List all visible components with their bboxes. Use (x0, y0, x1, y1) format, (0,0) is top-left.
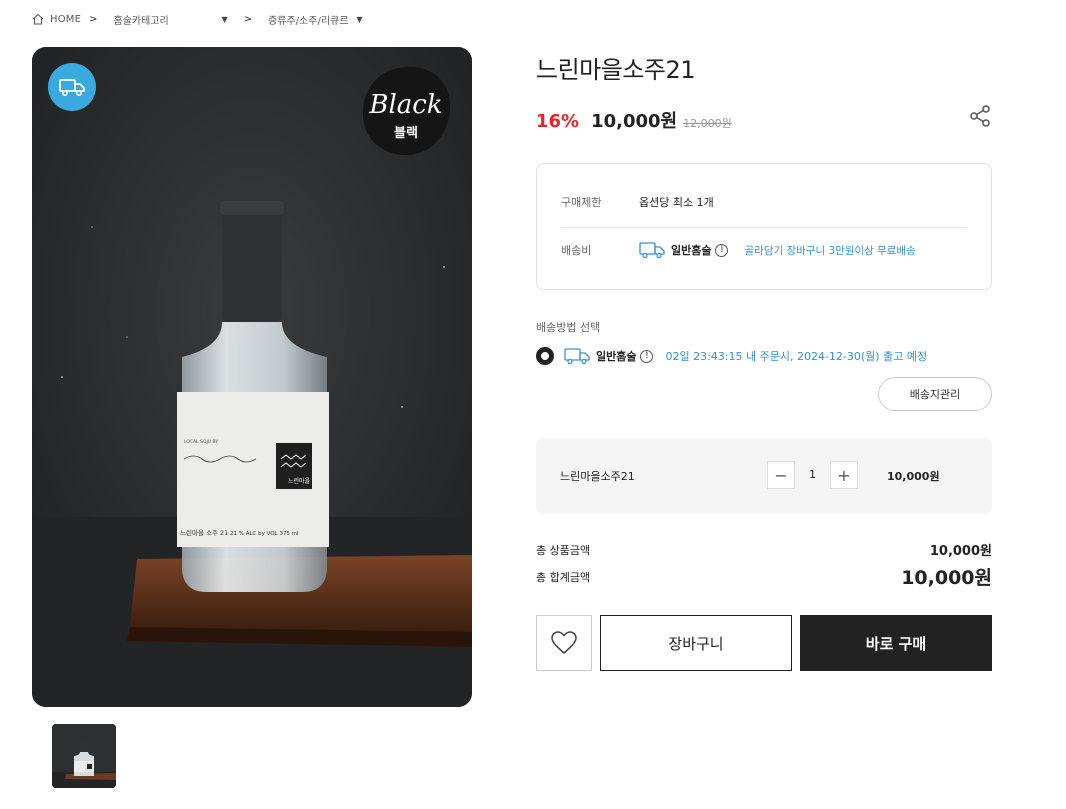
chevron-down-icon[interactable]: ▼ (356, 15, 362, 24)
selected-option-box: 느린마을소주21 − 1 + 10,000원 (536, 438, 992, 514)
truck-icon (564, 348, 590, 365)
product-title: 느린마을소주21 (536, 56, 696, 84)
option-price: 10,000원 (887, 470, 940, 483)
add-to-cart-button[interactable]: 장바구니 (600, 615, 792, 671)
free-shipping-note[interactable]: 골라담기 장바구니 3만원이상 무료배송 (744, 243, 915, 258)
quantity-decrease-button[interactable]: − (767, 461, 795, 489)
price-row: 16% 10,000원 12,000원 (536, 107, 732, 133)
product-total-value: 10,000원 (929, 544, 992, 559)
label-text: LOCAL SOJU BY (184, 439, 218, 445)
wishlist-button[interactable] (536, 615, 592, 671)
discount-rate: 16% (536, 111, 580, 132)
grand-total-value: 10,000원 (901, 567, 992, 589)
breadcrumb-category-primary[interactable]: 홈술카테고리 (114, 12, 210, 27)
shipping-option-radio[interactable] (536, 347, 554, 365)
purchase-limit-value: 옵션당 최소 1개 (639, 196, 714, 209)
purchase-limit-row: 구매제한 옵션당 최소 1개 (561, 194, 714, 210)
grand-total-row: 총 합계금액 10,000원 (536, 563, 992, 590)
label-abv: 21 % ALC by VOL 375 ml (230, 531, 299, 537)
delivery-badge (48, 63, 96, 111)
home-icon[interactable] (32, 13, 44, 25)
info-icon[interactable]: ! (640, 349, 654, 363)
quantity-increase-button[interactable]: + (830, 461, 858, 489)
product-total-label: 총 상품금액 (536, 543, 591, 557)
truck-icon (639, 242, 665, 259)
product-total-row: 총 상품금액 10,000원 (536, 540, 992, 560)
breadcrumb-category-secondary[interactable]: 증류주/소주/리큐르 (268, 12, 348, 27)
shipping-option-name: 일반홈술 (596, 350, 637, 363)
product-thumbnail[interactable] (52, 724, 116, 788)
buy-now-button[interactable]: 바로 구매 (800, 615, 992, 671)
shipping-option[interactable]: 일반홈술 ! 02일 23:43:15 내 주문시, 2024-12-30(월)… (536, 347, 927, 365)
breadcrumb-home[interactable]: HOME (50, 14, 81, 25)
breadcrumb-separator: > (243, 13, 253, 25)
shipping-fee-row: 배송비 일반홈술 ! 골라담기 장바구니 3만원이상 무료배송 (561, 241, 916, 259)
product-main-image: 느린마을 LOCAL SOJU BY 느린마을 소주 21 21 % ALC b… (32, 47, 472, 707)
breadcrumb: HOME > 홈술카테고리 ▼ > 증류주/소주/리큐르 ▼ (32, 10, 379, 28)
address-management-button[interactable]: 배송지관리 (878, 377, 992, 411)
truck-icon (59, 79, 85, 97)
original-price: 12,000원 (683, 117, 732, 130)
shipping-method-label: 배송방법 선택 (536, 321, 601, 334)
shipping-fee-label: 배송비 (561, 244, 592, 257)
grand-total-label: 총 합계금액 (536, 570, 591, 584)
info-icon[interactable]: ! (715, 243, 729, 257)
quantity-value[interactable]: 1 (795, 468, 830, 481)
sale-price: 10,000원 (591, 111, 678, 132)
label-brand: 느린마을 소주 21 (180, 528, 228, 537)
purchase-info-box: 구매제한 옵션당 최소 1개 배송비 일반홈술 ! 골라담기 장바구니 3만원이… (536, 163, 992, 290)
share-icon[interactable] (968, 104, 992, 128)
divider (561, 227, 967, 228)
thumbnail-image (52, 724, 116, 788)
option-name: 느린마을소주21 (560, 470, 635, 483)
badge-text-ko: 블랙 (394, 125, 418, 141)
purchase-limit-label: 구매제한 (561, 196, 602, 209)
chevron-down-icon[interactable]: ▼ (222, 15, 228, 24)
breadcrumb-separator: > (89, 13, 98, 25)
heart-icon (551, 631, 577, 654)
shipping-type: 일반홈술 (671, 244, 712, 257)
black-grade-badge: Black 블랙 (362, 66, 451, 156)
label-logo-text: 느린마을 (288, 477, 311, 485)
shipping-eta: 02일 23:43:15 내 주문시, 2024-12-30(월) 출고 예정 (665, 350, 928, 363)
badge-text-en: Black (368, 90, 442, 120)
